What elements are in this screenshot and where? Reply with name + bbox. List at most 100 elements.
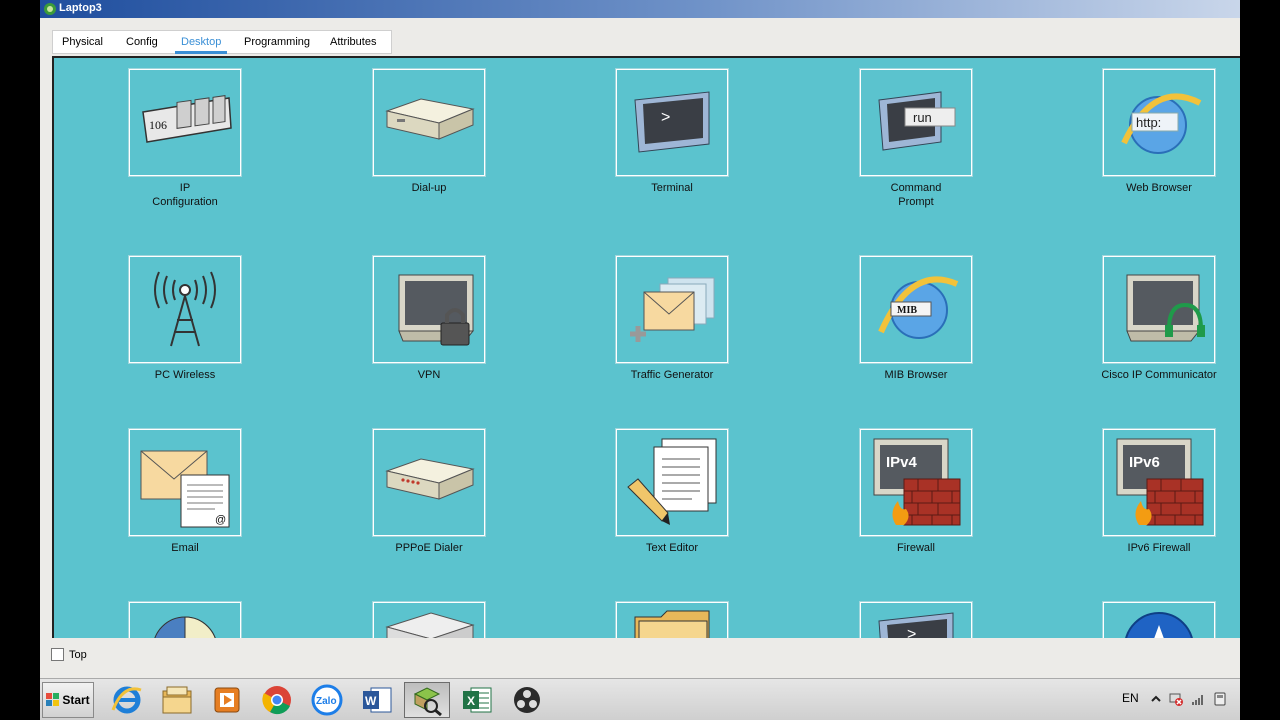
app-partial-1[interactable] [128, 601, 242, 638]
taskbar-media-player[interactable] [204, 682, 250, 718]
terminal-button[interactable]: > [615, 68, 729, 177]
start-label: Start [62, 693, 90, 707]
app-button[interactable]: > [859, 601, 973, 638]
ip-configuration-button[interactable]: 106 [128, 68, 242, 177]
dial-up-button[interactable] [372, 68, 486, 177]
app-label: IPv6 Firewall [1127, 542, 1191, 554]
taskbar-zalo[interactable]: Zalo [304, 682, 350, 718]
pppoe-dialer-button[interactable] [372, 428, 486, 537]
taskbar-excel[interactable]: X [454, 682, 500, 718]
app-cisco-ip-communicator[interactable]: Cisco IP Communicator [1101, 255, 1217, 406]
app-ipv6-firewall[interactable]: IPv6 IPv6 Firewall [1102, 428, 1216, 579]
app-pc-wireless[interactable]: PC Wireless [128, 255, 242, 406]
traffic-generator-button[interactable] [615, 255, 729, 364]
file-explorer-icon [162, 686, 192, 714]
svg-text:106: 106 [149, 118, 167, 132]
app-label: Dial-up [411, 182, 447, 194]
taskbar-file-explorer[interactable] [154, 682, 200, 718]
start-button[interactable]: Start [42, 682, 94, 718]
pc-wireless-button[interactable] [128, 255, 242, 364]
app-partial-3[interactable] [615, 601, 729, 638]
word-icon: W [363, 687, 392, 713]
network-error-icon[interactable] [1168, 691, 1184, 707]
taskbar-chrome[interactable] [254, 682, 300, 718]
app-label: Firewall [897, 542, 935, 554]
app-firewall[interactable]: IPv4 Firewall [859, 428, 973, 579]
pie-chart-icon [154, 616, 216, 638]
app-terminal[interactable]: > Terminal [615, 68, 729, 219]
text-editor-button[interactable] [615, 428, 729, 537]
device-box-icon [385, 612, 475, 638]
app-vpn[interactable]: VPN [372, 255, 486, 406]
app-email[interactable]: @ Email [128, 428, 242, 579]
mib-browser-icon: MIB [878, 276, 959, 339]
svg-text:Zalo: Zalo [316, 696, 337, 707]
mib-browser-button[interactable]: MIB [859, 255, 973, 364]
tray-language[interactable]: EN [1122, 691, 1139, 705]
app-traffic-generator[interactable]: Traffic Generator [615, 255, 729, 406]
vpn-button[interactable] [372, 255, 486, 364]
command-prompt-icon: run [878, 90, 956, 151]
svg-text:IPv4: IPv4 [886, 454, 918, 471]
desktop-panel: 106 IP Configuration Dial-up > Terminal … [52, 56, 1240, 638]
app-label: Email [171, 542, 199, 554]
app-label: VPN [417, 369, 441, 381]
cisco-ip-communicator-button[interactable] [1102, 255, 1216, 364]
show-hidden-icons-icon[interactable] [1148, 691, 1164, 707]
tab-desktop[interactable]: Desktop [174, 36, 228, 54]
app-command-prompt[interactable]: run Command Prompt [859, 68, 973, 219]
ip-communicator-icon [1126, 274, 1205, 341]
email-icon: @ [140, 450, 230, 527]
taskbar-internet-explorer[interactable] [104, 682, 150, 718]
modem-icon [385, 97, 475, 140]
app-partial-4[interactable]: > [859, 601, 973, 638]
media-player-icon [214, 687, 240, 713]
app-text-editor[interactable]: Text Editor [615, 428, 729, 579]
title-bar: Laptop3 [40, 0, 1240, 18]
web-browser-icon: http: [1121, 92, 1202, 154]
windows-logo-icon [46, 693, 60, 706]
app-button[interactable] [128, 601, 242, 638]
window-title: Laptop3 [59, 2, 102, 14]
taskbar-packet-tracer[interactable] [404, 682, 450, 718]
app-label: Traffic Generator [630, 369, 714, 381]
app-web-browser[interactable]: http: Web Browser [1102, 68, 1216, 219]
command-prompt-button[interactable]: run [859, 68, 973, 177]
svg-text:X: X [467, 694, 475, 708]
taskbar-obs[interactable] [504, 682, 550, 718]
app-button[interactable] [615, 601, 729, 638]
vpn-monitor-lock-icon [398, 274, 475, 345]
tab-programming[interactable]: Programming [244, 36, 310, 48]
taskbar-word[interactable]: W [354, 682, 400, 718]
top-checkbox[interactable] [51, 648, 64, 661]
obs-icon [514, 687, 540, 713]
app-mib-browser[interactable]: MIB MIB Browser [859, 255, 973, 406]
internet-explorer-icon [111, 686, 142, 714]
app-ip-configuration[interactable]: 106 IP Configuration [128, 68, 242, 219]
app-partial-2[interactable] [372, 601, 486, 638]
tab-attributes[interactable]: Attributes [330, 36, 376, 48]
svg-text:IPv6: IPv6 [1129, 454, 1160, 471]
app-button[interactable] [1102, 601, 1216, 638]
ipv6-firewall-button[interactable]: IPv6 [1102, 428, 1216, 537]
status-row: Top [40, 640, 1240, 680]
app-dial-up[interactable]: Dial-up [372, 68, 486, 219]
firewall-button[interactable]: IPv4 [859, 428, 973, 537]
tab-config[interactable]: Config [126, 36, 158, 48]
excel-icon: X [463, 687, 492, 713]
tab-physical[interactable]: Physical [62, 36, 103, 48]
app-partial-5[interactable] [1102, 601, 1216, 638]
app-button[interactable] [372, 601, 486, 638]
web-browser-button[interactable]: http: [1102, 68, 1216, 177]
svg-text:>: > [661, 109, 670, 126]
app-label: PC Wireless [154, 369, 216, 381]
signal-bars-icon[interactable] [1190, 691, 1206, 707]
ipv6-firewall-icon: IPv6 [1116, 438, 1204, 525]
device-tray-icon[interactable] [1212, 691, 1228, 707]
email-button[interactable]: @ [128, 428, 242, 537]
app-pppoe-dialer[interactable]: PPPoE Dialer [372, 428, 486, 579]
top-checkbox-label: Top [69, 649, 87, 661]
app-label: Web Browser [1126, 182, 1192, 194]
app-label: Command Prompt [890, 182, 942, 208]
packet-tracer-icon [413, 687, 442, 716]
